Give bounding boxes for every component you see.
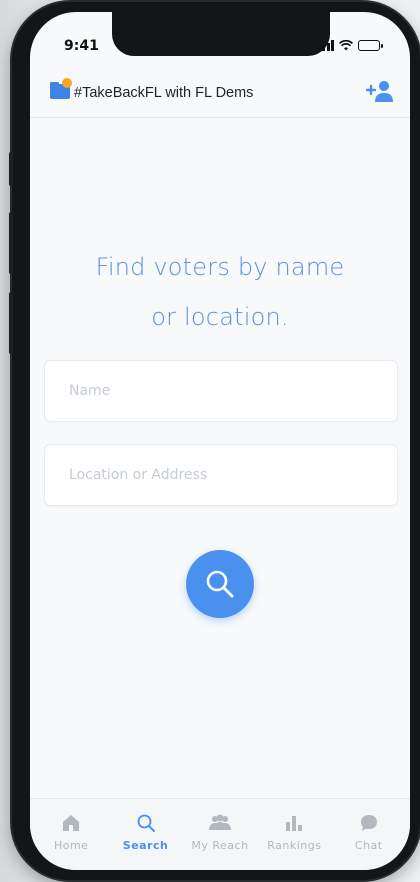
app-title: #TakeBackFL with FL Dems [74,85,254,101]
add-person-icon[interactable] [366,78,394,104]
search-headline: Find voters by name or location. [30,242,410,342]
folder-dot-icon [50,78,72,99]
tab-label: My Reach [191,839,249,852]
home-icon [63,815,80,831]
bottom-tab-bar: Home Search My Reach Rankings Chat [30,798,410,870]
search-icon [137,814,155,832]
name-input[interactable] [44,360,398,422]
notch [112,12,330,56]
tab-chat[interactable]: Chat [333,813,405,870]
tab-search[interactable]: Search [110,813,182,870]
signal-icon [317,40,334,51]
search-button[interactable] [186,550,254,618]
people-icon [208,814,231,830]
tab-label: Chat [354,839,383,852]
tab-home[interactable]: Home [35,813,107,870]
bar-chart-icon [286,816,303,831]
mute-switch [9,152,13,186]
tab-label: Search [122,839,169,852]
phone-screen: 9:41 #TakeBackFL with FL Dems Find voter… [30,12,410,870]
volume-up-button [9,212,13,274]
wifi-icon [339,40,353,51]
app-header: #TakeBackFL with FL Dems [30,66,410,118]
tab-label: Home [53,839,89,852]
chat-icon [360,815,377,831]
status-icons [317,40,383,51]
status-time: 9:41 [64,38,99,54]
search-icon [206,570,234,598]
headline-line-1: Find voters by name [95,253,345,281]
tab-label: Rankings [267,839,322,852]
tab-rankings[interactable]: Rankings [258,813,330,870]
battery-icon [358,40,383,51]
volume-down-button [9,292,13,354]
tab-my-reach[interactable]: My Reach [184,813,256,870]
location-input[interactable] [44,444,398,506]
headline-line-2: or location. [151,303,289,331]
